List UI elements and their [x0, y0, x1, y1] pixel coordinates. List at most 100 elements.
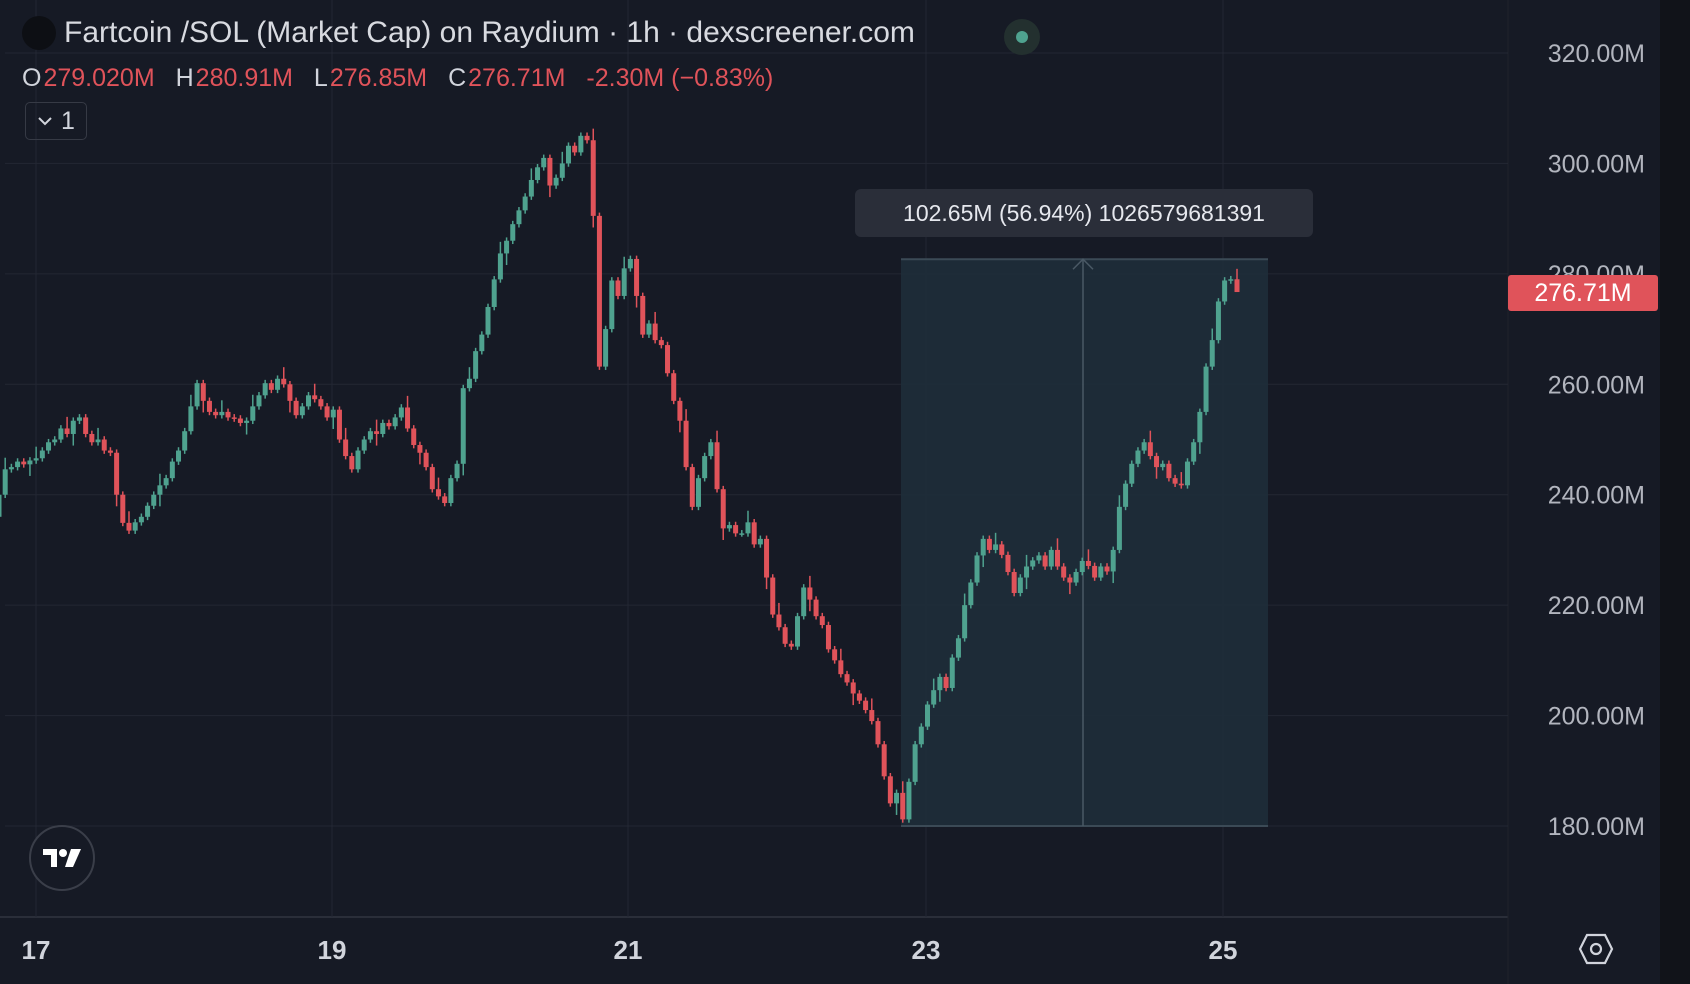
candle-up — [1116, 506, 1122, 550]
candle-up — [1197, 411, 1203, 443]
candle-up — [510, 224, 516, 241]
candle-up — [169, 461, 175, 479]
candle-up — [299, 406, 305, 416]
candle-up — [485, 306, 491, 335]
candle-up — [306, 395, 311, 407]
low-value: 276.85M — [329, 64, 428, 92]
y-tick-label: 220.00M — [1548, 592, 1645, 620]
candle-up — [918, 726, 924, 745]
candle-down — [442, 496, 448, 503]
candle-up — [528, 179, 534, 197]
settings-icon[interactable] — [1578, 932, 1614, 966]
x-tick-label: 19 — [318, 935, 347, 965]
candle-up — [1024, 566, 1030, 578]
candle-down — [1166, 463, 1172, 479]
candle-down — [770, 577, 776, 615]
candle-down — [590, 140, 596, 216]
candle-down — [206, 400, 212, 412]
candle-up — [1017, 577, 1023, 593]
chart-header: Fartcoin /SOL (Market Cap) on Raydium · … — [22, 16, 915, 50]
tradingview-logo[interactable] — [29, 825, 95, 891]
candle-down — [751, 522, 757, 545]
candle-down — [200, 383, 206, 401]
right-scrollbar[interactable] — [1660, 0, 1690, 984]
x-tick-label: 21 — [614, 935, 643, 965]
candle-down — [658, 340, 664, 346]
candle-up — [157, 485, 163, 495]
low-label: L — [313, 64, 328, 92]
candle-up — [931, 690, 937, 705]
candle-down — [572, 145, 578, 153]
candle-up — [504, 240, 510, 254]
y-tick-label: 320.00M — [1548, 40, 1645, 68]
candle-up — [968, 582, 974, 606]
candle-up — [795, 616, 801, 647]
candle-up — [145, 505, 151, 517]
candle-down — [435, 489, 441, 497]
candle-down — [825, 625, 831, 650]
candle-up — [962, 605, 968, 639]
candle-up — [398, 407, 404, 418]
candle-down — [875, 721, 881, 745]
candle-down — [120, 494, 126, 523]
candle-down — [677, 400, 683, 421]
high-value: 280.91M — [195, 64, 293, 92]
candle-down — [114, 452, 120, 495]
candle-up — [491, 279, 497, 307]
candle-up — [1203, 366, 1209, 412]
candle-down — [844, 674, 850, 683]
candle-down — [720, 489, 726, 529]
candle-up — [70, 420, 76, 434]
candle-down — [1178, 483, 1184, 486]
candle-up — [95, 439, 101, 443]
candle-down — [1011, 572, 1017, 593]
candle-down — [1234, 279, 1240, 293]
candle-down — [1054, 549, 1060, 567]
candle-down — [1067, 577, 1073, 583]
collapse-indicators-button[interactable]: 1 — [25, 102, 87, 140]
candle-up — [58, 428, 64, 440]
candle-up — [1191, 442, 1197, 462]
candle-down — [405, 407, 411, 429]
candle-down — [293, 400, 299, 416]
candle-down — [312, 395, 318, 400]
candle-down — [287, 384, 293, 401]
candle-down — [89, 433, 95, 443]
candle-down — [856, 693, 862, 701]
candle-up — [138, 516, 144, 523]
candle-down — [838, 660, 844, 675]
candle-down — [832, 649, 838, 661]
candle-down — [943, 676, 949, 688]
candle-down — [887, 776, 893, 804]
ohlc-legend: O279.020M H280.91M L276.85M C276.71M -2.… — [22, 64, 787, 93]
candle-down — [1061, 566, 1067, 578]
candle-up — [27, 460, 33, 465]
candle-up — [361, 439, 367, 451]
candle-down — [807, 587, 813, 600]
y-tick-label: 300.00M — [1548, 150, 1645, 178]
candle-down — [101, 439, 107, 451]
candle-down — [596, 215, 602, 367]
candle-up — [757, 538, 763, 545]
candle-up — [182, 431, 188, 451]
y-tick-label: 260.00M — [1548, 371, 1645, 399]
candle-down — [634, 258, 640, 296]
candle-up — [702, 456, 708, 479]
candle-down — [83, 417, 89, 434]
candle-up — [380, 422, 386, 434]
y-tick-label: 240.00M — [1548, 482, 1645, 510]
candle-down — [343, 439, 349, 457]
token-logo — [22, 16, 56, 50]
candle-up — [535, 167, 541, 180]
candle-up — [33, 458, 39, 461]
candle-up — [1135, 450, 1141, 464]
candle-down — [411, 428, 417, 446]
candle-up — [151, 494, 157, 506]
candle-down — [640, 295, 646, 335]
candle-up — [1030, 560, 1036, 567]
candle-up — [980, 538, 986, 556]
candle-down — [863, 700, 869, 711]
candle-up — [1228, 279, 1234, 281]
candlestick-chart[interactable]: 320.00M300.00M280.00M260.00M240.00M220.0… — [0, 0, 1690, 984]
candle-down — [764, 538, 770, 578]
